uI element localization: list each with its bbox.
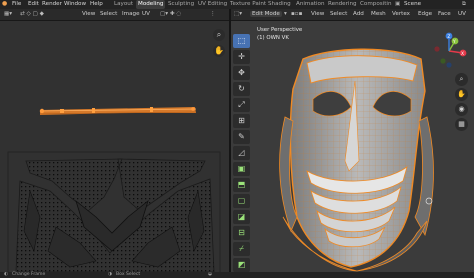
scene-icon[interactable]: ▣ xyxy=(395,1,400,7)
menu-window[interactable]: Window xyxy=(64,1,86,7)
gizmo-neg-y xyxy=(440,58,446,64)
vp-menu-mesh[interactable]: Mesh xyxy=(371,11,386,17)
tool-shelf: ⬚ ✛ ✥ ↻ ⤢ ⊞ ✎ ◿ ▣ ⬒ ▢ ◪ ⊟ ⌿ ◩ xyxy=(233,34,251,272)
uv-editor-header: ▦▾ ⇄ ◇ ▢ ◆ View Select Image UV ▢▾ ✚ ◌ ⋮ xyxy=(0,9,229,21)
loop-cut-tool-icon[interactable]: ⊟ xyxy=(233,226,250,240)
uv-sync-icon[interactable]: ⇄ ◇ ▢ ◆ xyxy=(20,11,44,17)
vp-menu-add[interactable]: Add xyxy=(353,11,364,17)
annotate-tool-icon[interactable]: ✎ xyxy=(233,130,250,144)
bevel-tool-icon[interactable]: ◪ xyxy=(233,210,250,224)
menu-help[interactable]: Help xyxy=(90,1,103,7)
gizmo-y-label: Y xyxy=(452,39,456,45)
uv-menu-image[interactable]: Image xyxy=(122,11,140,17)
scale-tool-icon[interactable]: ⤢ xyxy=(233,98,250,112)
rotate-tool-icon[interactable]: ↻ xyxy=(233,82,250,96)
uv-canvas-svg xyxy=(7,107,221,272)
uv-menu-uv[interactable]: UV xyxy=(142,11,150,17)
navigation-gizmo[interactable]: X Y Z xyxy=(429,31,469,71)
vp-menu-uv[interactable]: UV xyxy=(458,11,466,17)
editor-type-3d-icon[interactable]: ⬚▾ xyxy=(234,11,242,17)
tab-compositing[interactable]: Compositin xyxy=(360,0,392,9)
inset-tool-icon[interactable]: ▢ xyxy=(233,194,250,208)
move-tool-icon[interactable]: ✥ xyxy=(233,66,250,80)
pan-hand-icon[interactable]: ✋ xyxy=(213,45,225,57)
tab-texture-paint[interactable]: Texture Paint xyxy=(230,0,266,9)
cursor-tool-icon[interactable]: ✛ xyxy=(233,50,250,64)
mouse-right-icon: ◒ xyxy=(208,272,213,277)
poly-build-tool-icon[interactable]: ◩ xyxy=(233,258,250,272)
editor-type-icon[interactable]: ▦▾ xyxy=(4,11,12,17)
mode-selector[interactable]: Edit Mode xyxy=(250,11,282,17)
vp-menu-edge[interactable]: Edge xyxy=(418,11,432,17)
select-box-tool-icon[interactable]: ⬚ xyxy=(233,34,250,48)
zoom-magnify-icon[interactable]: ⌕ xyxy=(455,73,468,86)
vp-menu-face[interactable]: Face xyxy=(438,11,451,17)
zoom-magnify-icon[interactable]: ⌕ xyxy=(213,29,225,41)
viewport-header: ⬚▾ Edit Mode ▾ ▪▫▪ View Select Add Mesh … xyxy=(231,9,474,21)
camera-view-icon[interactable]: ◉ xyxy=(455,103,468,116)
gizmo-neg-x xyxy=(434,46,440,52)
selected-uv-island xyxy=(39,107,197,115)
blender-logo-icon[interactable]: ● xyxy=(2,0,7,7)
tab-sculpting[interactable]: Sculpting xyxy=(168,0,194,9)
transform-tool-icon[interactable]: ⊞ xyxy=(233,114,250,128)
vp-menu-view[interactable]: View xyxy=(311,11,324,17)
menu-render[interactable]: Render xyxy=(42,1,62,7)
uv-menu-select[interactable]: Select xyxy=(100,11,117,17)
status-box-select: Box Select xyxy=(116,272,141,277)
mode-chevron-down-icon: ▾ xyxy=(284,11,287,17)
image-browse-icon[interactable]: ▢▾ ✚ ◌ xyxy=(160,11,181,17)
scene-name[interactable]: Scene xyxy=(404,1,421,7)
extrude-tool-icon[interactable]: ⬒ xyxy=(233,178,250,192)
add-cube-tool-icon[interactable]: ▣ xyxy=(233,162,250,176)
status-bar: ◐ Change Frame ◑ Box Select ◒ xyxy=(0,272,474,278)
tab-uv-editing[interactable]: UV Editing xyxy=(198,0,227,9)
tab-shading[interactable]: Shading xyxy=(268,0,291,9)
tab-layout[interactable]: Layout xyxy=(114,0,133,9)
scene-browse-icon[interactable]: ⧉ xyxy=(462,1,466,8)
gizmo-z-label: Z xyxy=(447,34,450,40)
mesh-object xyxy=(279,48,434,272)
mouse-left-icon: ◐ xyxy=(4,272,9,277)
select-mode-icons[interactable]: ▪▫▪ xyxy=(291,11,302,17)
pan-hand-icon[interactable]: ✋ xyxy=(455,88,468,101)
menu-file[interactable]: File xyxy=(12,1,21,7)
top-menu-bar: ● File Edit Render Window Help Layout Mo… xyxy=(0,0,474,9)
uv-options-icon[interactable]: ⋮ xyxy=(210,11,216,17)
menu-edit[interactable]: Edit xyxy=(28,1,39,7)
vp-menu-vertex[interactable]: Vertex xyxy=(392,11,410,17)
3d-viewport-canvas[interactable]: User Perspective (1) OWN VK X Y Z ⌕ ✋ ◉ … xyxy=(231,21,474,272)
perspective-grid-icon[interactable]: ▦ xyxy=(455,118,468,131)
uv-mesh-islands xyxy=(15,158,215,272)
tab-rendering[interactable]: Rendering xyxy=(328,0,357,9)
uv-editor-canvas[interactable]: ⌕ ✋ xyxy=(0,21,229,272)
status-change-frame: Change Frame xyxy=(12,272,46,277)
gizmo-neg-z xyxy=(446,62,452,68)
vp-menu-select[interactable]: Select xyxy=(330,11,347,17)
knife-tool-icon[interactable]: ⌿ xyxy=(233,242,250,256)
uv-menu-view[interactable]: View xyxy=(82,11,95,17)
tab-animation[interactable]: Animation xyxy=(296,0,325,9)
measure-tool-icon[interactable]: ◿ xyxy=(233,146,250,160)
gizmo-x-label: X xyxy=(461,51,464,57)
mouse-middle-icon: ◑ xyxy=(108,272,113,277)
tab-modeling[interactable]: Modeling xyxy=(136,0,166,9)
